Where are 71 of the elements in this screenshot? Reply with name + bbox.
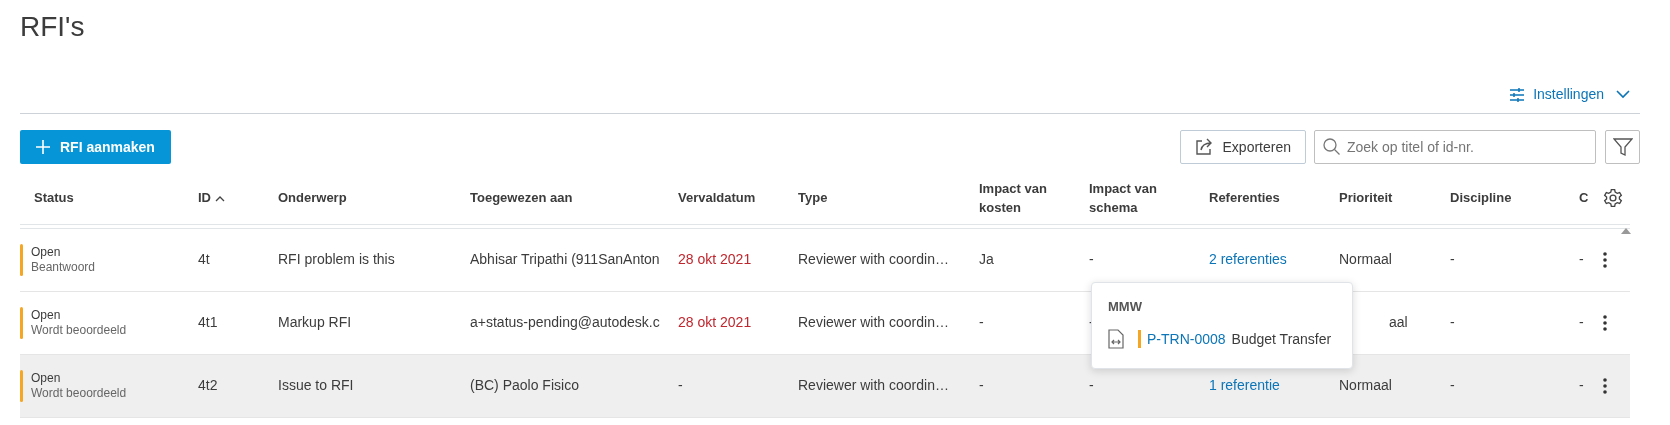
- table-cell: -: [979, 377, 984, 393]
- share-icon: [1194, 138, 1213, 156]
- column-header[interactable]: Status: [20, 172, 190, 224]
- substatus-text: Wordt beoordeeld: [31, 385, 127, 401]
- column-header: C: [1571, 172, 1595, 224]
- scroll-up-icon[interactable]: [1621, 228, 1631, 234]
- chevron-down-icon: [1616, 90, 1630, 99]
- table-cell: Reviewer with coordin…: [798, 377, 949, 393]
- more-options-icon[interactable]: [1603, 252, 1607, 269]
- column-header[interactable]: Referenties: [1201, 172, 1331, 224]
- table-cell: Normaal: [1339, 377, 1392, 393]
- settings-link[interactable]: Instellingen: [1509, 84, 1630, 105]
- file-icon: [1108, 329, 1124, 349]
- export-button[interactable]: Exporteren: [1179, 130, 1306, 164]
- table-cell: -: [1450, 377, 1455, 393]
- filter-icon: [1612, 137, 1633, 157]
- table-cell: Issue to RFI: [278, 377, 354, 393]
- table-cell: -: [1089, 314, 1094, 330]
- column-header[interactable]: Vervaldatum: [670, 172, 790, 224]
- column-header[interactable]: ID: [190, 172, 270, 224]
- table-cell: 4t: [198, 251, 210, 267]
- table-cell: 4t1: [198, 314, 218, 330]
- references-link[interactable]: 2 referenties: [1209, 251, 1287, 267]
- table-cell: RFI problem is this: [278, 251, 395, 267]
- table-cell: -: [979, 314, 984, 330]
- table-row[interactable]: Open Wordt beoordeeld 4t2 Issue to RFI (BC) Paolo Fisico - Reviewer with coordin… - - 1 referentie Normaal - -: [20, 354, 1630, 417]
- substatus-text: Beantwoord: [31, 259, 96, 275]
- status-text: Open: [31, 307, 62, 323]
- column-header[interactable]: Toegewezen aan: [462, 172, 670, 224]
- table-cell: Markup RFI: [278, 314, 352, 330]
- filter-button[interactable]: [1605, 130, 1640, 164]
- table-cell: Abhisar Tripathi (911SanAnton: [470, 251, 660, 267]
- table-cell: a+status-pending@autodesk.c: [470, 314, 660, 330]
- more-options-icon[interactable]: [1603, 315, 1607, 332]
- plus-icon: [36, 140, 50, 154]
- table-cell: -: [1450, 251, 1455, 267]
- column-header[interactable]: Onderwerp: [270, 172, 462, 224]
- table-cell: -: [1450, 314, 1455, 330]
- reference-link[interactable]: P-TRN-0008: [1147, 328, 1226, 350]
- table-cell: -: [1089, 251, 1094, 267]
- popover-heading: MMW: [1108, 298, 1143, 316]
- table-cell-text: aal: [1388, 314, 1408, 330]
- status-text: Open: [31, 370, 62, 386]
- settings-icon[interactable]: [1603, 188, 1623, 209]
- table-cell: Normaal: [1339, 251, 1392, 267]
- sliders-icon: [1509, 87, 1526, 102]
- table-cell: 28 okt 2021: [678, 251, 752, 267]
- column-header[interactable]: Prioriteit: [1331, 172, 1442, 224]
- table-cell: -: [1579, 377, 1584, 393]
- reference-title: Budget Transfer: [1231, 329, 1332, 349]
- table-cell: Reviewer with coordin…: [798, 314, 949, 330]
- status-text: Open: [31, 244, 62, 260]
- column-header[interactable]: Impact van kosten: [971, 172, 1081, 224]
- table-cell: -: [1579, 251, 1584, 267]
- column-header[interactable]: Type: [790, 172, 971, 224]
- table-cell: Ja: [979, 251, 994, 267]
- references-link[interactable]: 1 referentie: [1209, 377, 1280, 393]
- table-cell: -: [678, 377, 683, 393]
- more-options-icon[interactable]: [1603, 378, 1607, 395]
- table-cell: -: [1579, 314, 1584, 330]
- table-cell: (BC) Paolo Fisico: [470, 377, 579, 393]
- column-header[interactable]: Impact van schema: [1081, 172, 1201, 224]
- substatus-text: Wordt beoordeeld: [31, 322, 127, 338]
- search-field[interactable]: Zoek op titel of id-nr.: [1314, 130, 1596, 164]
- column-header[interactable]: Discipline: [1442, 172, 1571, 224]
- table-cell: 4t2: [198, 377, 218, 393]
- table-cell: -: [1089, 377, 1094, 393]
- page-title: RFI's: [20, 10, 86, 44]
- table-row[interactable]: Open Beantwoord 4t RFI problem is this Abhisar Tripathi (911SanAnton 28 okt 2021 Reviewer with coordin… Ja - 2 referenties Normaal - -: [20, 228, 1630, 291]
- table-cell: 28 okt 2021: [678, 314, 752, 330]
- table-cell: Reviewer with coordin…: [798, 251, 949, 267]
